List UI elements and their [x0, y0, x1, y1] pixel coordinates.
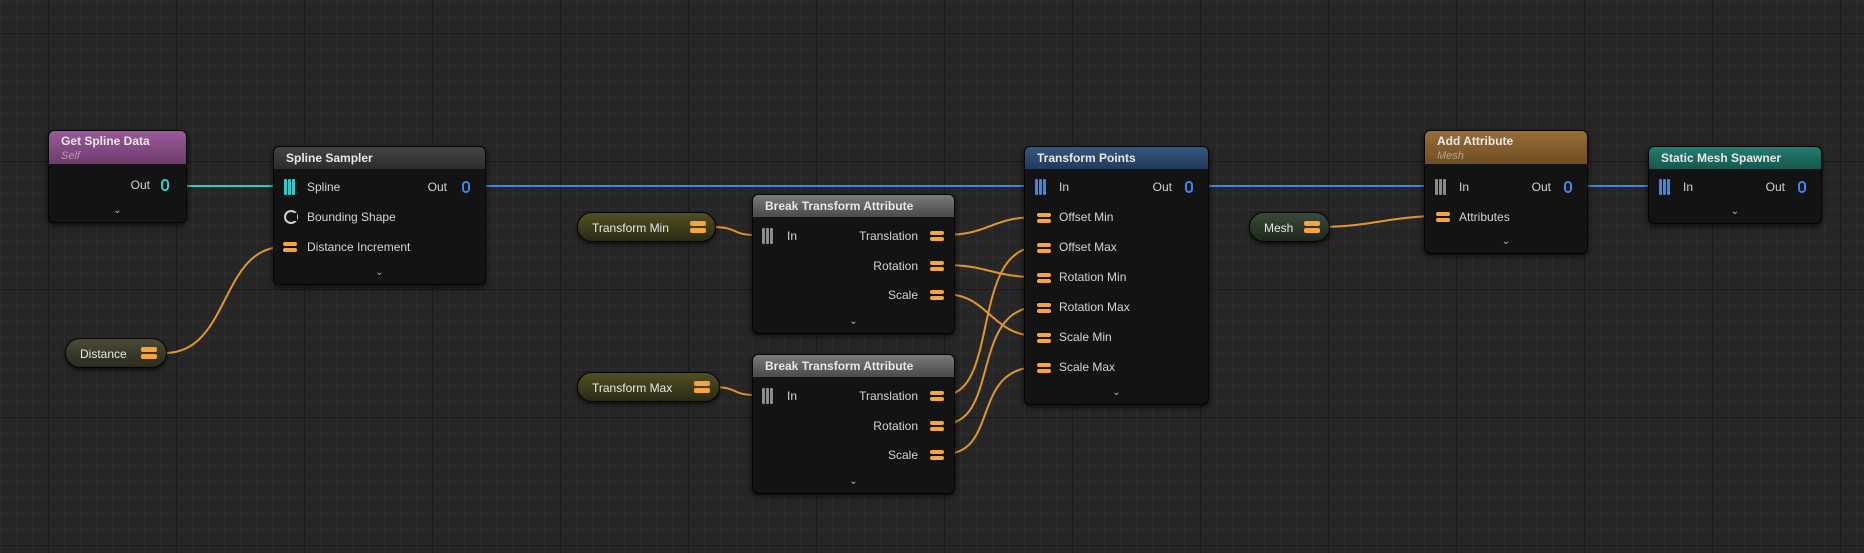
point-data-out-pin-icon[interactable]	[1563, 179, 1573, 195]
static-mesh-spawner-node[interactable]: Static Mesh Spawner In Out ⌄	[1648, 146, 1822, 224]
bounding-shape-pin-icon[interactable]	[284, 210, 298, 224]
rotation-pin-label: Rotation	[873, 419, 918, 433]
translation-pin-label: Translation	[859, 389, 918, 403]
transform-max-label: Transform Max	[592, 381, 673, 395]
chevron-down-icon[interactable]: ⌄	[1649, 207, 1821, 217]
spline-input-pin-icon[interactable]	[284, 179, 296, 195]
translation-output-pin-icon[interactable]	[930, 391, 944, 401]
node-title: Get Spline Data	[61, 134, 150, 148]
node-header[interactable]: Break Transform Attribute	[753, 355, 954, 377]
rotation-output-pin-icon[interactable]	[930, 261, 944, 271]
in-pin-label: In	[1059, 180, 1070, 194]
chevron-down-icon[interactable]: ⌄	[1025, 388, 1208, 398]
node-header[interactable]: Add Attribute Mesh	[1425, 131, 1587, 164]
rotation-pin-label: Rotation	[873, 259, 918, 273]
out-pin-label: Out	[1765, 180, 1785, 194]
in-pin-icon[interactable]	[762, 228, 774, 244]
scale-min-pin-icon[interactable]	[1037, 333, 1051, 343]
offset-max-pin-label: Offset Max	[1059, 240, 1117, 254]
node-header[interactable]: Break Transform Attribute	[753, 195, 954, 217]
out-pin-label: Out	[130, 178, 150, 192]
offset-min-pin-label: Offset Min	[1059, 210, 1114, 224]
spline-data-pin-icon[interactable]	[160, 177, 172, 193]
point-data-out-pin-icon[interactable]	[1184, 179, 1194, 195]
node-header[interactable]: Get Spline Data Self	[49, 131, 186, 164]
chevron-down-icon[interactable]: ⌄	[753, 317, 954, 327]
wire-tmin-to-break1	[711, 226, 757, 236]
rotation-max-pin-icon[interactable]	[1037, 303, 1051, 313]
node-title: Add Attribute	[1437, 134, 1514, 148]
chevron-down-icon[interactable]: ⌄	[753, 477, 954, 487]
offset-max-pin-icon[interactable]	[1037, 243, 1051, 253]
distance-increment-pin-label: Distance Increment	[307, 240, 411, 254]
scale-pin-label: Scale	[887, 448, 918, 462]
scale-max-pin-icon[interactable]	[1037, 363, 1051, 373]
mesh-output-pin-icon[interactable]	[1304, 221, 1320, 233]
in-pin-label: In	[1683, 180, 1694, 194]
distance-label: Distance	[80, 347, 127, 361]
wire-mesh-to-attributes	[1319, 215, 1441, 228]
rotation-min-pin-label: Rotation Min	[1059, 270, 1127, 284]
attributes-pin-icon[interactable]	[1436, 212, 1450, 222]
break-transform-attribute-node-2[interactable]: Break Transform Attribute In Translation…	[752, 354, 955, 494]
in-pin-icon[interactable]	[1435, 179, 1447, 195]
mesh-getter-node[interactable]: Mesh	[1249, 212, 1330, 242]
out-pin-label: Out	[1531, 180, 1551, 194]
node-title: Spline Sampler	[286, 151, 373, 165]
add-attribute-node[interactable]: Add Attribute Mesh In Out Attributes ⌄	[1424, 130, 1588, 254]
in-pin-icon[interactable]	[1659, 179, 1671, 195]
translation-pin-label: Translation	[859, 229, 918, 243]
transform-min-getter-node[interactable]: Transform Min	[577, 212, 716, 242]
scale-max-pin-label: Scale Max	[1059, 360, 1116, 374]
transform-max-output-pin-icon[interactable]	[694, 381, 710, 393]
distance-getter-node[interactable]: Distance	[65, 338, 167, 368]
mesh-label: Mesh	[1264, 221, 1294, 235]
offset-min-pin-icon[interactable]	[1037, 213, 1051, 223]
spline-pin-label: Spline	[307, 180, 341, 194]
point-data-out-pin-icon[interactable]	[1797, 179, 1807, 195]
point-data-out-pin-icon[interactable]	[461, 179, 471, 195]
distance-increment-pin-icon[interactable]	[283, 242, 297, 252]
node-subtitle: Mesh	[1437, 150, 1464, 162]
transform-min-output-pin-icon[interactable]	[690, 221, 706, 233]
in-pin-icon[interactable]	[762, 388, 774, 404]
scale-min-pin-label: Scale Min	[1059, 330, 1112, 344]
node-title: Break Transform Attribute	[765, 199, 914, 213]
get-spline-data-node[interactable]: Get Spline Data Self Out ⌄	[48, 130, 187, 223]
in-pin-label: In	[787, 389, 798, 403]
transform-max-getter-node[interactable]: Transform Max	[577, 372, 720, 402]
in-pin-label: In	[1459, 180, 1470, 194]
distance-output-pin-icon[interactable]	[141, 347, 157, 359]
rotation-output-pin-icon[interactable]	[930, 421, 944, 431]
rotation-max-pin-label: Rotation Max	[1059, 300, 1130, 314]
node-header[interactable]: Spline Sampler	[274, 147, 485, 169]
node-header[interactable]: Static Mesh Spawner	[1649, 147, 1821, 169]
scale-output-pin-icon[interactable]	[930, 290, 944, 300]
scale-output-pin-icon[interactable]	[930, 450, 944, 460]
node-title: Break Transform Attribute	[765, 359, 914, 373]
chevron-down-icon[interactable]: ⌄	[274, 268, 485, 278]
translation-output-pin-icon[interactable]	[930, 231, 944, 241]
out-pin-label: Out	[1152, 180, 1172, 194]
scale-pin-label: Scale	[887, 288, 918, 302]
node-title: Transform Points	[1037, 151, 1136, 165]
rotation-min-pin-icon[interactable]	[1037, 273, 1051, 283]
node-title: Static Mesh Spawner	[1661, 151, 1782, 165]
in-pin-label: In	[787, 229, 798, 243]
attributes-pin-label: Attributes	[1459, 210, 1510, 224]
node-header[interactable]: Transform Points	[1025, 147, 1208, 169]
in-pin-icon[interactable]	[1035, 179, 1047, 195]
chevron-down-icon[interactable]: ⌄	[49, 206, 186, 216]
out-pin-label: Out	[427, 180, 447, 194]
transform-min-label: Transform Min	[592, 221, 669, 235]
node-subtitle: Self	[61, 150, 80, 162]
transform-points-node[interactable]: Transform Points In Out Offset Min Offse…	[1024, 146, 1209, 405]
wire-distance-to-increment	[164, 246, 284, 354]
chevron-down-icon[interactable]: ⌄	[1425, 237, 1587, 247]
break-transform-attribute-node-1[interactable]: Break Transform Attribute In Translation…	[752, 194, 955, 334]
spline-sampler-node[interactable]: Spline Sampler Spline Out Bounding Shape…	[273, 146, 486, 285]
bounding-shape-pin-label: Bounding Shape	[307, 210, 396, 224]
